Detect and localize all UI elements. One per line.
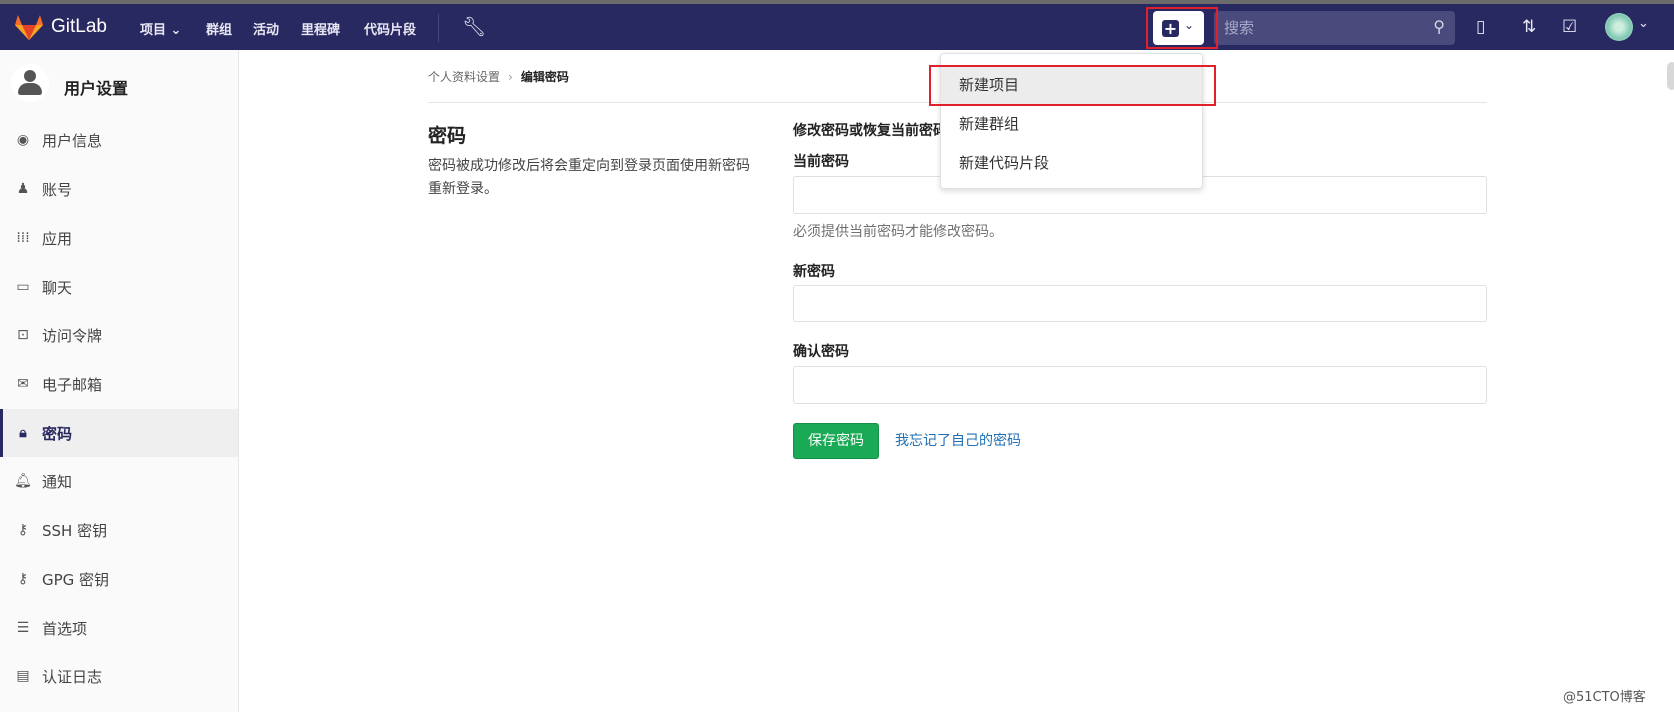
confirm-password-label: 确认密码 xyxy=(793,344,849,360)
token-icon: ⊡ xyxy=(17,327,29,343)
applications-icon: ⁞⁞⁞ xyxy=(16,230,30,246)
issues-icon[interactable]: ▯ xyxy=(1476,17,1485,37)
section-title: 密码 xyxy=(428,125,467,147)
sidebar-item-label: 电子邮箱 xyxy=(42,375,103,394)
sidebar-item-label: 用户信息 xyxy=(42,131,103,150)
sidebar-item-ssh-keys[interactable]: ⚷ SSH 密钥 xyxy=(0,506,238,554)
menu-item-new-group[interactable]: 新建群组 xyxy=(941,105,1202,144)
sidebar-item-label: 访问令牌 xyxy=(42,326,103,345)
sidebar-item-profile[interactable]: ◉ 用户信息 xyxy=(0,116,238,164)
account-icon: ♟ xyxy=(16,181,30,197)
current-password-help: 必须提供当前密码才能修改密码。 xyxy=(793,224,1003,240)
sidebar-item-label: GPG 密钥 xyxy=(42,570,110,589)
sidebar-item-emails[interactable]: ✉ 电子邮箱 xyxy=(0,360,238,408)
bell-icon: 🔔︎ xyxy=(14,473,32,489)
scrollbar-handle[interactable] xyxy=(1667,62,1674,90)
key-icon: ⚷ xyxy=(17,571,29,587)
confirm-password-input[interactable] xyxy=(793,366,1487,404)
todos-icon[interactable]: ☑ xyxy=(1562,17,1577,37)
brand-name[interactable]: GitLab xyxy=(51,16,107,38)
sidebar-item-label: 认证日志 xyxy=(42,667,103,686)
sidebar-item-gpg-keys[interactable]: ⚷ GPG 密钥 xyxy=(0,555,238,603)
mail-icon: ✉ xyxy=(17,376,29,392)
nav-activity[interactable]: 活动 xyxy=(253,19,279,38)
merge-requests-icon[interactable]: ⇅ xyxy=(1522,17,1536,37)
current-password-label: 当前密码 xyxy=(793,154,849,170)
chevron-down-icon: ⌄ xyxy=(170,23,182,38)
user-avatar-icon xyxy=(11,64,49,102)
profile-icon: ◉ xyxy=(16,132,30,148)
forgot-password-link[interactable]: 我忘记了自己的密码 xyxy=(895,430,1021,450)
gitlab-logo-icon[interactable] xyxy=(15,15,43,40)
sidebar-item-label: 首选项 xyxy=(42,619,88,638)
nav-projects-label: 项目 xyxy=(140,23,167,38)
new-password-input[interactable] xyxy=(793,285,1487,322)
sidebar-item-label: 密码 xyxy=(42,424,73,443)
highlight-annotation xyxy=(1146,7,1218,49)
save-password-button[interactable]: 保存密码 xyxy=(793,423,879,459)
sidebar-item-label: 应用 xyxy=(42,229,73,248)
user-avatar[interactable] xyxy=(1605,13,1633,41)
menu-item-new-snippet[interactable]: 新建代码片段 xyxy=(941,144,1202,183)
top-navbar: GitLab 项目 ⌄ 群组 活动 里程碑 代码片段 🔧︎ + ⌄ ⚲ ▯ ⇅ … xyxy=(0,4,1674,50)
nav-milestones[interactable]: 里程碑 xyxy=(301,19,340,38)
log-icon: ▤ xyxy=(16,668,30,684)
chat-icon: ▭ xyxy=(16,279,30,295)
search-icon: ⚲ xyxy=(1433,17,1445,36)
nav-snippets[interactable]: 代码片段 xyxy=(364,19,416,38)
search-input[interactable] xyxy=(1224,17,1414,39)
settings-sidebar: 用户设置 ◉ 用户信息 ♟ 账号 ⁞⁞⁞ 应用 ▭ 聊天 ⊡ 访问令牌 ✉ 电子邮箱 🔒︎ 密… xyxy=(0,50,239,712)
lock-icon: 🔒︎ xyxy=(19,425,27,441)
sidebar-item-label: SSH 密钥 xyxy=(42,521,108,540)
sidebar-title: 用户设置 xyxy=(64,79,129,98)
nav-groups[interactable]: 群组 xyxy=(206,19,232,38)
section-description: 密码被成功修改后将会重定向到登录页面使用新密码重新登录。 xyxy=(428,158,750,197)
breadcrumb-parent[interactable]: 个人资料设置 xyxy=(428,70,500,84)
sidebar-item-account[interactable]: ♟ 账号 xyxy=(0,165,238,213)
breadcrumb-separator-icon: › xyxy=(508,70,513,84)
nav-divider xyxy=(438,14,439,42)
sidebar-item-auth-log[interactable]: ▤ 认证日志 xyxy=(0,652,238,700)
breadcrumb-current: 编辑密码 xyxy=(520,70,569,84)
chevron-down-icon[interactable]: ⌄ xyxy=(1638,16,1649,31)
wrench-icon[interactable]: 🔧︎ xyxy=(462,15,486,38)
search-box[interactable]: ⚲ xyxy=(1214,11,1455,45)
watermark: @51CTO博客 xyxy=(1563,690,1646,705)
key-icon: ⚷ xyxy=(17,522,29,538)
sidebar-item-access-tokens[interactable]: ⊡ 访问令牌 xyxy=(0,311,238,359)
highlight-annotation xyxy=(929,65,1216,106)
sidebar-item-label: 账号 xyxy=(42,180,73,199)
sidebar-item-notifications[interactable]: 🔔︎ 通知 xyxy=(0,457,238,505)
sidebar-item-label: 聊天 xyxy=(42,278,73,297)
sidebar-item-password[interactable]: 🔒︎ 密码 xyxy=(0,409,238,457)
sidebar-item-label: 通知 xyxy=(42,472,73,491)
preferences-icon: ☰ xyxy=(16,620,30,636)
form-heading: 修改密码或恢复当前密码 xyxy=(793,123,947,139)
nav-projects[interactable]: 项目 ⌄ xyxy=(140,19,181,38)
sidebar-item-chat[interactable]: ▭ 聊天 xyxy=(0,263,238,311)
sidebar-item-applications[interactable]: ⁞⁞⁞ 应用 xyxy=(0,214,238,262)
sidebar-item-preferences[interactable]: ☰ 首选项 xyxy=(0,604,238,652)
breadcrumb: 个人资料设置 › 编辑密码 xyxy=(428,68,569,85)
new-password-label: 新密码 xyxy=(793,264,835,280)
